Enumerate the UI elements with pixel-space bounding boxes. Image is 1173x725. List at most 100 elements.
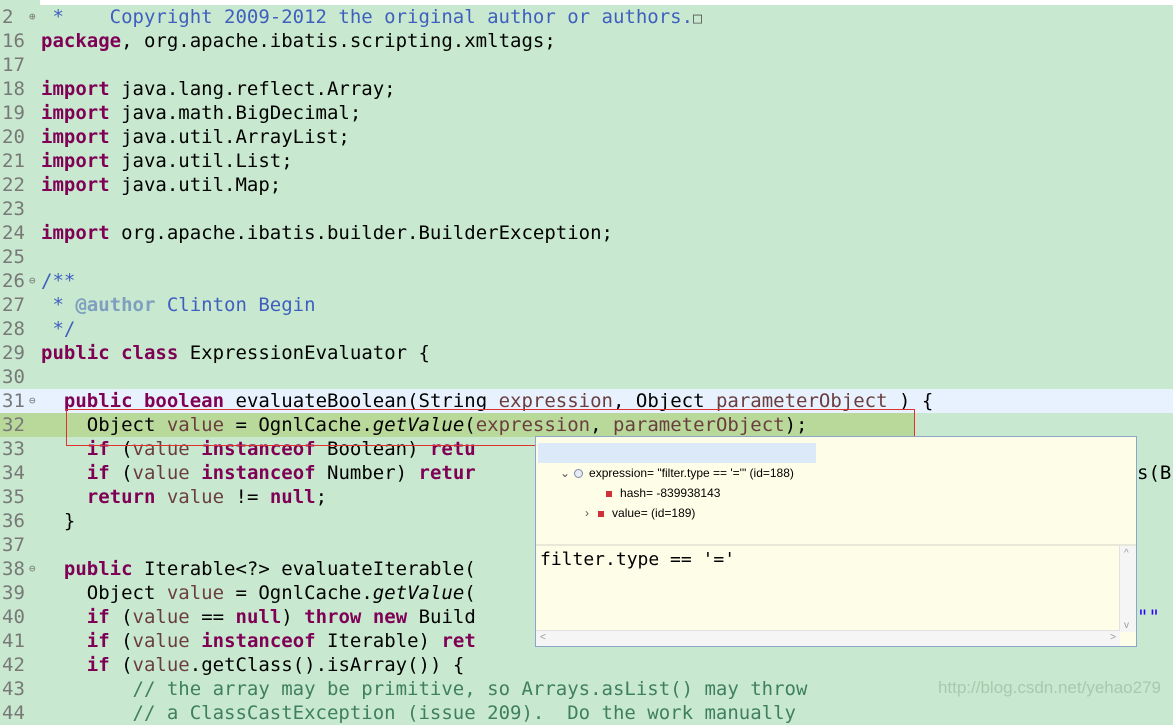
- code-line[interactable]: 29 public class ExpressionEvaluator {: [0, 341, 1173, 365]
- code-line[interactable]: 17: [0, 53, 1173, 77]
- code-line[interactable]: 23: [0, 197, 1173, 221]
- code-token: java.util.Map;: [109, 174, 282, 196]
- code-line[interactable]: 21 import java.util.List;: [0, 149, 1173, 173]
- tree-row-value[interactable]: › value= (id=189): [560, 483, 695, 520]
- code-line[interactable]: 28 */: [0, 317, 1173, 341]
- keyword-token: public: [63, 558, 133, 580]
- code-token: !=: [224, 486, 270, 508]
- line-number: 26: [2, 270, 25, 292]
- keyword-token: null: [269, 486, 316, 508]
- code-token: @author: [75, 294, 156, 316]
- scroll-left-icon[interactable]: <: [540, 632, 546, 644]
- line-number: 19: [2, 102, 25, 124]
- line-number: 33: [2, 438, 25, 460]
- scroll-down-icon[interactable]: v: [1124, 620, 1129, 632]
- code-text: }: [41, 509, 75, 533]
- code-text: if (value.getClass().isArray()) {: [41, 653, 465, 677]
- code-text: * Copyright 2009-2012 the original autho…: [41, 5, 702, 30]
- code-line[interactable]: 19 import java.math.BigDecimal;: [0, 101, 1173, 125]
- detail-vertical-scrollbar[interactable]: ^ v: [1119, 546, 1136, 632]
- line-number: 22: [2, 174, 25, 196]
- code-token: Object: [41, 582, 167, 604]
- folded-block-icon[interactable]: □: [693, 9, 702, 27]
- line-number: 21: [2, 150, 25, 172]
- code-text: * @author Clinton Begin: [41, 293, 316, 317]
- chevron-right-icon[interactable]: ›: [580, 503, 594, 523]
- watermark: http://blog.csdn.net/yehao279: [937, 678, 1161, 697]
- line-number: 25: [2, 246, 25, 268]
- line-number: 44: [2, 702, 25, 724]
- line-number: 35: [2, 486, 25, 508]
- fold-collapse-icon[interactable]: ⊖: [29, 389, 36, 413]
- code-token: *: [41, 294, 76, 316]
- code-line[interactable]: 24 import org.apache.ibatis.builder.Build…: [0, 221, 1173, 245]
- code-token: ;: [315, 486, 328, 508]
- code-text: // a ClassCastException (issue 209). Do …: [41, 701, 796, 725]
- keyword-token: import: [41, 150, 110, 172]
- detail-text-pane[interactable]: filter.type == '=': [538, 547, 1120, 631]
- code-line[interactable]: 44 // a ClassCastException (issue 209). …: [0, 701, 1173, 725]
- line-number: 37: [2, 534, 25, 556]
- keyword-token: return: [86, 486, 156, 508]
- fold-collapse-icon[interactable]: ⊖: [29, 269, 36, 293]
- line-number: 23: [2, 198, 25, 220]
- variable-tree[interactable]: ⌄ expression= "filter.type == '='" (id=18…: [536, 437, 1136, 544]
- code-token: value: [166, 582, 225, 604]
- code-token: * Copyright 2009-2012 the original autho…: [41, 6, 694, 28]
- scroll-right-icon[interactable]: >: [1110, 632, 1116, 644]
- code-text: return value != null;: [41, 485, 327, 509]
- variable-inspector-popup[interactable]: ⌄ expression= "filter.type == '='" (id=18…: [535, 436, 1137, 647]
- code-line[interactable]: 42 if (value.getClass().isArray()) {: [0, 653, 1173, 677]
- fold-expand-icon[interactable]: ⊕: [29, 5, 36, 29]
- line-number: 28: [2, 318, 25, 340]
- code-line[interactable]: 2 ⊕ * Copyright 2009-2012 the original au…: [0, 5, 1173, 29]
- chevron-down-icon[interactable]: ⌄: [558, 463, 572, 483]
- code-token: value: [132, 630, 190, 652]
- code-token: (: [109, 654, 133, 676]
- code-line[interactable]: 25: [0, 245, 1173, 269]
- code-line[interactable]: 20 import java.util.ArrayList;: [0, 125, 1173, 149]
- fold-collapse-icon[interactable]: ⊖: [29, 557, 36, 581]
- code-line[interactable]: 30: [0, 365, 1173, 389]
- code-token: Iterable<?> evaluateIterable(: [132, 558, 476, 580]
- code-token: value: [132, 654, 190, 676]
- tree-row-expression[interactable]: ⌄ expression= "filter.type == '='" (id=18…: [538, 443, 816, 480]
- code-line[interactable]: 16 package, org.apache.ibatis.scripting.x…: [0, 29, 1173, 53]
- scroll-up-icon[interactable]: ^: [1124, 548, 1129, 560]
- code-token: // the array may be primitive, so Arrays…: [132, 678, 808, 700]
- code-token: .getClass().isArray()) {: [189, 654, 465, 676]
- code-text: import java.util.List;: [41, 149, 293, 173]
- code-text: // the array may be primitive, so Arrays…: [41, 677, 808, 701]
- line-number: 29: [2, 342, 25, 364]
- code-token: Clinton Begin: [155, 294, 316, 316]
- tree-row-hash[interactable]: hash= -839938143: [582, 463, 720, 500]
- code-text: public class ExpressionEvaluator {: [41, 341, 430, 365]
- line-number: 38: [2, 558, 25, 580]
- line-number: 20: [2, 126, 25, 148]
- code-line[interactable]: 18 import java.lang.reflect.Array;: [0, 77, 1173, 101]
- code-token: org.apache.ibatis.builder.BuilderExcepti…: [109, 222, 613, 244]
- code-line[interactable]: 26 ⊖/**: [0, 269, 1173, 293]
- line-number: 2: [2, 6, 14, 28]
- line-number: 42: [2, 654, 25, 676]
- line-number: 30: [2, 366, 25, 388]
- keyword-token: public: [41, 342, 110, 364]
- keyword-token: import: [41, 78, 110, 100]
- code-token: */: [41, 318, 76, 340]
- detail-horizontal-scrollbar[interactable]: < >: [536, 630, 1120, 646]
- code-line[interactable]: 27 * @author Clinton Begin: [0, 293, 1173, 317]
- code-text: package, org.apache.ibatis.scripting.xml…: [41, 29, 556, 53]
- code-text: import java.util.Map;: [41, 173, 281, 197]
- line-number: 32: [2, 414, 25, 436]
- keyword-token: class: [121, 342, 179, 364]
- code-token: java.util.List;: [109, 150, 293, 172]
- pane-divider[interactable]: [536, 544, 1136, 546]
- code-line[interactable]: 22 import java.util.Map;: [0, 173, 1173, 197]
